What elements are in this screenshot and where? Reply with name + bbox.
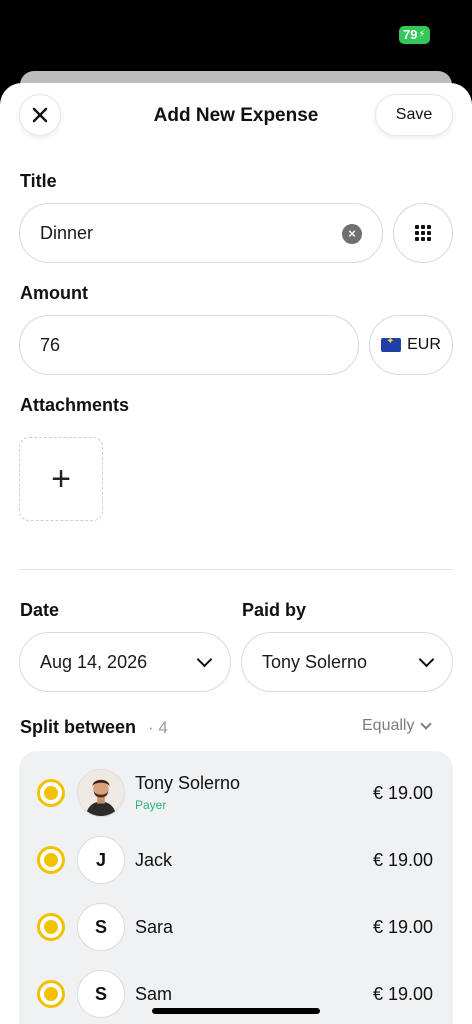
avatar: S [77, 903, 125, 951]
member-name: Sara [135, 917, 174, 937]
chevron-down-icon [418, 651, 435, 667]
amount-value: 76 [40, 334, 61, 355]
title-value: Dinner [40, 222, 94, 243]
payer-tag: Payer [135, 798, 167, 812]
divider [19, 569, 453, 570]
split-count: · 4 [148, 718, 168, 737]
member-row[interactable]: J Jack € 19.00 [19, 830, 453, 890]
battery-level: 79 [403, 27, 418, 42]
split-mode-select[interactable]: Equally [362, 717, 433, 735]
member-radio[interactable] [37, 846, 65, 874]
grid-icon [415, 225, 431, 241]
profile-photo-icon [78, 770, 124, 816]
clear-icon[interactable]: × [342, 224, 362, 244]
eu-flag-icon [381, 336, 402, 352]
member-amount: € 19.00 [372, 783, 433, 803]
date-picker[interactable]: Aug 14, 2026 [19, 632, 231, 692]
add-attachment-button[interactable]: + [19, 437, 103, 521]
chevron-down-icon [420, 717, 433, 730]
member-radio[interactable] [37, 913, 65, 941]
member-amount: € 19.00 [372, 984, 433, 1004]
paid-by-value: Tony Solerno [262, 651, 368, 672]
member-row[interactable]: Tony Solerno Payer € 19.00 [19, 763, 453, 823]
home-indicator[interactable] [152, 1008, 320, 1014]
title-label: Title [20, 171, 57, 191]
battery-indicator: 79 ⚡ [399, 26, 430, 44]
category-grid-button[interactable] [393, 203, 453, 263]
member-row[interactable]: S Sam € 19.00 [19, 964, 453, 1024]
amount-label: Amount [20, 283, 88, 303]
date-label: Date [20, 600, 60, 620]
member-amount: € 19.00 [372, 850, 433, 870]
date-value: Aug 14, 2026 [40, 651, 148, 672]
save-button[interactable]: Save [375, 94, 453, 136]
paid-by-select[interactable]: Tony Solerno [241, 632, 453, 692]
avatar [77, 769, 125, 817]
amount-input[interactable]: 76 [19, 315, 359, 375]
currency-button[interactable]: EUR [369, 315, 453, 375]
member-radio[interactable] [37, 980, 65, 1008]
member-row[interactable]: S Sara € 19.00 [19, 897, 453, 957]
plus-icon: + [51, 459, 71, 498]
member-name: Jack [135, 850, 173, 870]
member-radio[interactable] [37, 779, 65, 807]
avatar: J [77, 836, 125, 884]
member-name: Tony Solerno [135, 773, 241, 793]
member-amount: € 19.00 [372, 917, 433, 937]
status-bar: 79 ⚡ [0, 0, 472, 70]
title-input[interactable]: Dinner × [19, 203, 383, 263]
attachments-label: Attachments [20, 395, 130, 415]
split-mode-value: Equally [362, 717, 415, 734]
add-expense-sheet: Add New Expense Save Title Dinner × Amou… [0, 83, 472, 1024]
member-name: Sam [135, 984, 173, 1004]
avatar: S [77, 970, 125, 1018]
split-members-list: Tony Solerno Payer € 19.00 J Jack € 19.0… [19, 751, 453, 1024]
split-between-label: Split between [20, 717, 137, 737]
currency-code: EUR [407, 336, 441, 353]
paid-by-label: Paid by [242, 600, 307, 620]
chevron-down-icon [196, 651, 213, 667]
charging-icon: ⚡ [418, 29, 426, 40]
